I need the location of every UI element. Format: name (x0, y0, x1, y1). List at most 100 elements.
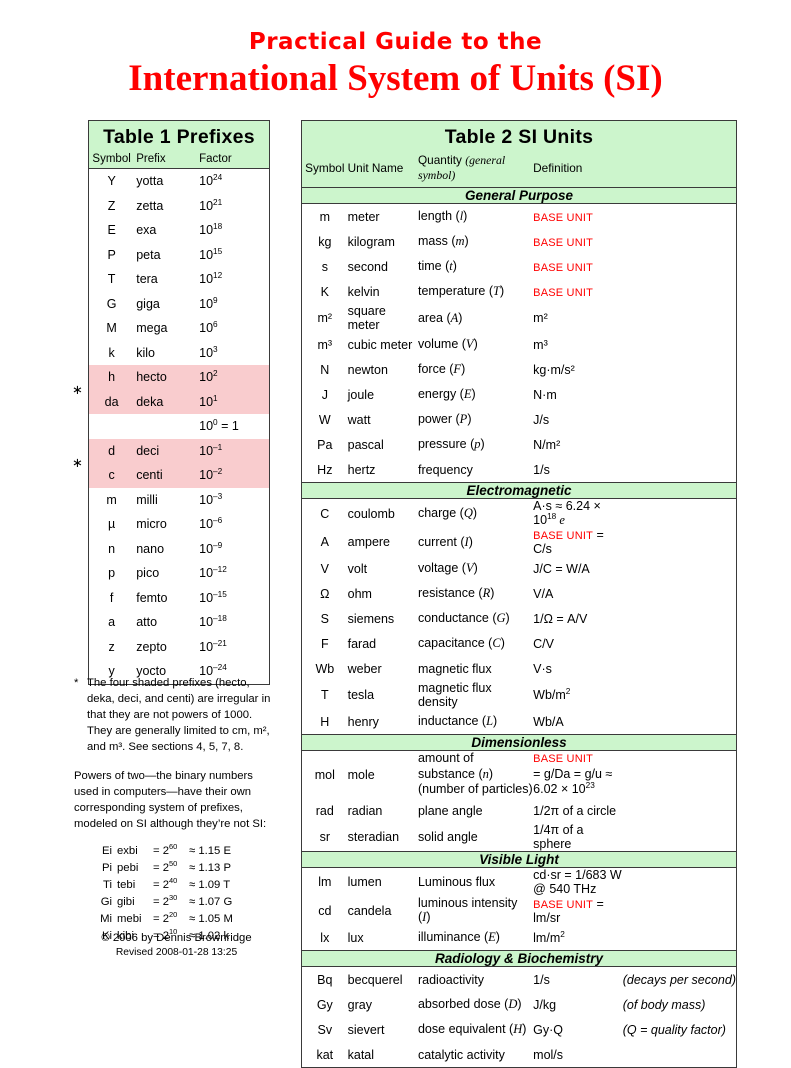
table2-row: Wb weber magnetic flux V·s (302, 656, 737, 681)
prefix-symbol: µ (108, 517, 116, 532)
table2-row: Ssiemens conductance (G) 1/Ω = A/V (302, 606, 737, 631)
table1-row: m milli 10–3 (89, 488, 270, 513)
definition-note (623, 229, 737, 254)
table1-row: Zzetta 1021 (89, 194, 270, 219)
prefix-symbol: d (108, 443, 116, 458)
prefix-name: giga (136, 296, 160, 311)
table2-row: Kkelvin temperature (T) BASE UNIT (302, 279, 737, 304)
unit-symbol: Ω (320, 586, 330, 601)
unit-quantity: volume (V) (417, 337, 478, 351)
table2-row: kat katal catalytic activity mol/s (302, 1042, 737, 1068)
prefix-name: deka (136, 394, 164, 409)
unit-name: cubic meter (347, 337, 413, 352)
table1-row: Mmega 106 (89, 316, 270, 341)
unit-quantity: Luminous flux (417, 875, 496, 889)
unit-definition: BASE UNIT (533, 261, 594, 274)
binary-symbol: Ti (103, 879, 112, 892)
unit-name: hertz (347, 462, 376, 477)
prefix-name: femto (136, 590, 168, 605)
binary-prefix-row: Pi pebi = 250 ≈ 1.13 P (90, 860, 233, 877)
definition-note (623, 432, 737, 457)
unit-name: second (347, 259, 388, 274)
binary-name: tebi (117, 879, 136, 892)
prefix-name: hecto (136, 370, 167, 385)
prefix-symbol: da (104, 394, 119, 409)
unit-definition: BASE UNIT (533, 211, 594, 224)
table2-row: kg kilogram mass (m) BASE UNIT (302, 229, 737, 254)
table2-col-quantity: Quantity (general symbol) (417, 152, 534, 188)
unit-definition: N/m² (533, 437, 561, 452)
unit-name: ampere (347, 535, 391, 549)
table1-row: Eexa 1018 (89, 218, 270, 243)
table1-row: z zepto 10–21 (89, 635, 270, 660)
unit-definition: 1/4π of a sphere (533, 823, 584, 851)
prefix-factor: 10–9 (199, 540, 223, 556)
definition-note (623, 556, 737, 581)
unit-symbol: Bq (317, 972, 333, 987)
definition-note: (decays per second) (622, 972, 736, 987)
definition-note (623, 798, 737, 823)
definition-note (623, 528, 737, 556)
unit-definition: mol/s (533, 1047, 564, 1062)
table1-row: Ggiga 109 (89, 292, 270, 317)
unit-name: coulomb (347, 506, 395, 521)
prefix-symbol (89, 414, 135, 439)
unit-name: siemens (347, 611, 395, 626)
unit-symbol: kg (318, 234, 332, 249)
prefix-symbol: G (106, 296, 117, 311)
table1-title: Table 1 Prefixes (103, 126, 255, 148)
title-main: International System of Units (SI) (128, 58, 663, 100)
binary-approx: ≈ 1.13 P (189, 862, 231, 875)
unit-symbol: F (320, 636, 329, 651)
unit-name: newton (347, 362, 388, 377)
table1-row: c centi 10–2 (88, 463, 270, 488)
prefix-factor: 1021 (199, 197, 223, 213)
unit-name: candela (347, 903, 392, 918)
unit-quantity: inductance (L) (417, 714, 498, 728)
table2-section-band: Radiology & Biochemistry (301, 950, 737, 967)
unit-symbol: sr (319, 830, 331, 844)
prefix-factor: 10–1 (199, 442, 223, 458)
prefix-factor: 1018 (199, 222, 223, 238)
unit-symbol: V (320, 561, 329, 576)
prefix-symbol: P (107, 247, 116, 262)
binary-prefix-row: Mi mebi = 220 ≈ 1.05 M (90, 911, 233, 928)
unit-quantity: force (F) (417, 362, 466, 376)
prefix-factor: 101 (199, 393, 218, 409)
prefix-symbol: m (106, 492, 117, 507)
unit-name: henry (347, 714, 379, 729)
definition-note (623, 656, 737, 681)
binary-symbol: Mi (100, 913, 112, 926)
unit-definition: BASE UNIT = g/Da = g/u ≈ 6.02 × 1023 (533, 753, 613, 797)
prefix-name: milli (136, 492, 158, 507)
table2-section-band: Electromagnetic (301, 482, 737, 499)
unit-symbol: T (320, 688, 329, 702)
unit-definition: lm/m2 (533, 929, 565, 945)
prefix-factor: 10–21 (199, 638, 227, 654)
unit-name: farad (347, 636, 377, 651)
binary-intro-text: Powers of two—the binary numbers used in… (74, 770, 267, 831)
prefix-name: nano (136, 541, 165, 556)
prefix-name (134, 414, 195, 439)
binary-name: gibi (117, 896, 135, 909)
unit-name: steradian (347, 830, 400, 844)
binary-approx: ≈ 1.05 M (189, 913, 233, 926)
table1-row: h hecto 102 (88, 365, 270, 390)
prefix-factor: 109 (199, 295, 218, 311)
shaded-group-marker-lower: ∗ (72, 455, 83, 470)
unit-name: lumen (347, 875, 382, 889)
prefix-name: yotta (136, 174, 164, 189)
prefix-factor: 100 = 1 (199, 418, 239, 434)
unit-symbol: lm (318, 875, 332, 889)
definition-note (623, 896, 737, 925)
table2-row: Nnewton force (F) kg·m/s² (302, 357, 737, 382)
unit-quantity: illuminance (E) (417, 930, 500, 944)
prefix-name: exa (136, 223, 157, 238)
unit-symbol: Hz (317, 462, 333, 477)
unit-name: weber (347, 661, 382, 676)
unit-quantity: conductance (G) (417, 611, 510, 625)
table2-row: rad radian plane angle 1/2π of a circle (302, 798, 737, 823)
prefix-factor: 10–12 (199, 565, 227, 581)
unit-definition: 1/Ω = A/V (533, 611, 588, 626)
section-title: Radiology & Biochemistry (301, 950, 737, 967)
